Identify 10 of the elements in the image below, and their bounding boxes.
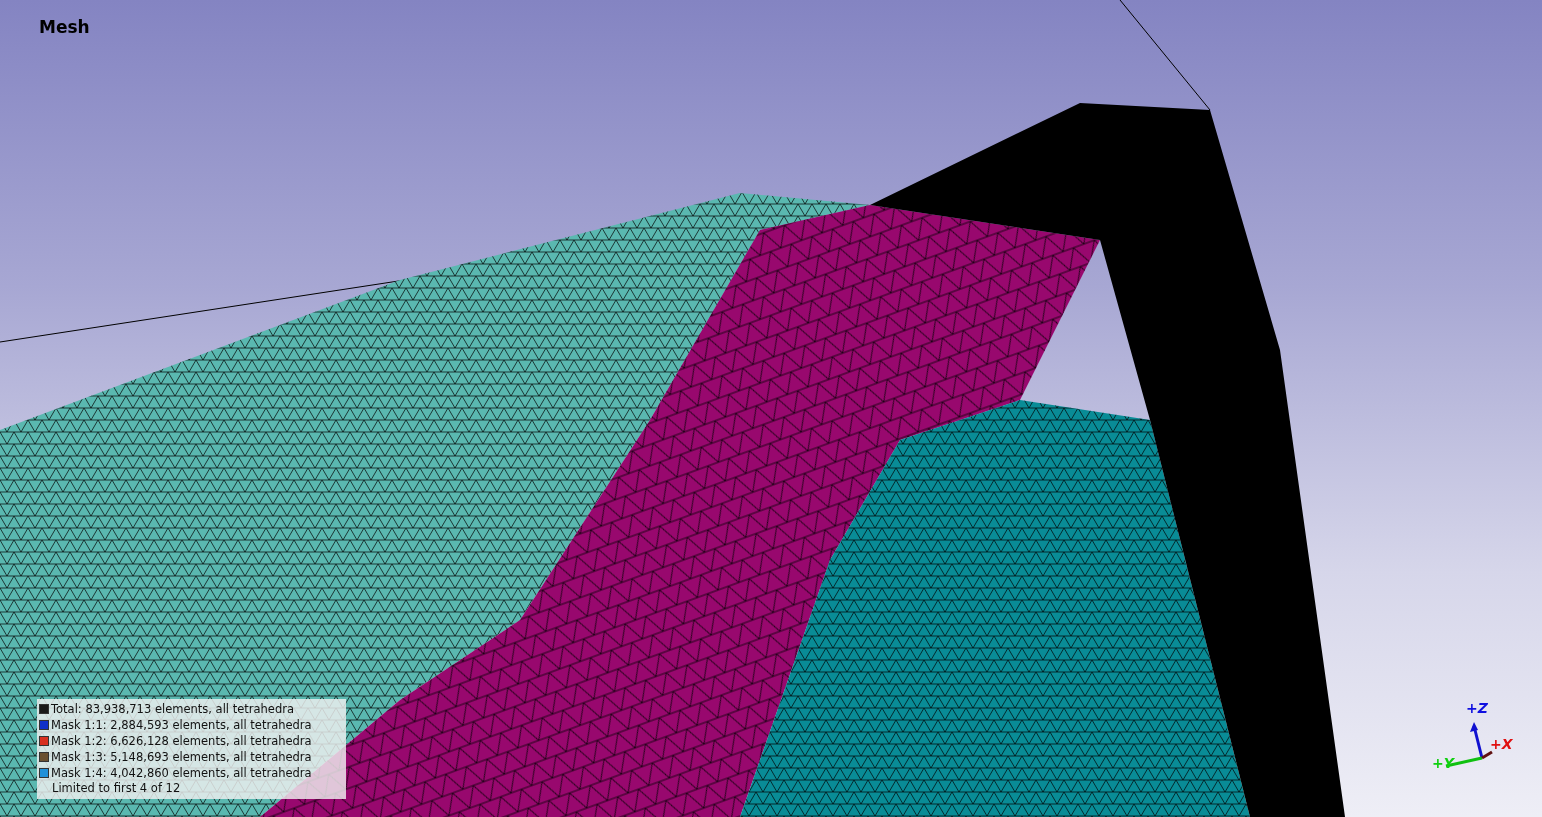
legend-label: Mask 1:4: 4,042,860 elements, all tetrahedra (51, 766, 312, 780)
z-axis-label: +Z (1466, 700, 1488, 716)
y-axis-label: +Y (1432, 755, 1454, 771)
legend-label: Mask 1:3: 5,148,693 elements, all tetrahedra (51, 750, 312, 764)
legend-label: Mask 1:1: 2,884,593 elements, all tetrahedra (51, 718, 312, 732)
legend-note: Limited to first 4 of 12 (51, 781, 182, 797)
x-axis-label: +X (1490, 736, 1513, 752)
legend-label: Mask 1:2: 6,626,128 elements, all tetrahedra (51, 734, 312, 748)
legend-label: Total: 83,938,713 elements, all tetrahedra (51, 702, 294, 716)
viewport-title: Mesh (39, 17, 90, 37)
